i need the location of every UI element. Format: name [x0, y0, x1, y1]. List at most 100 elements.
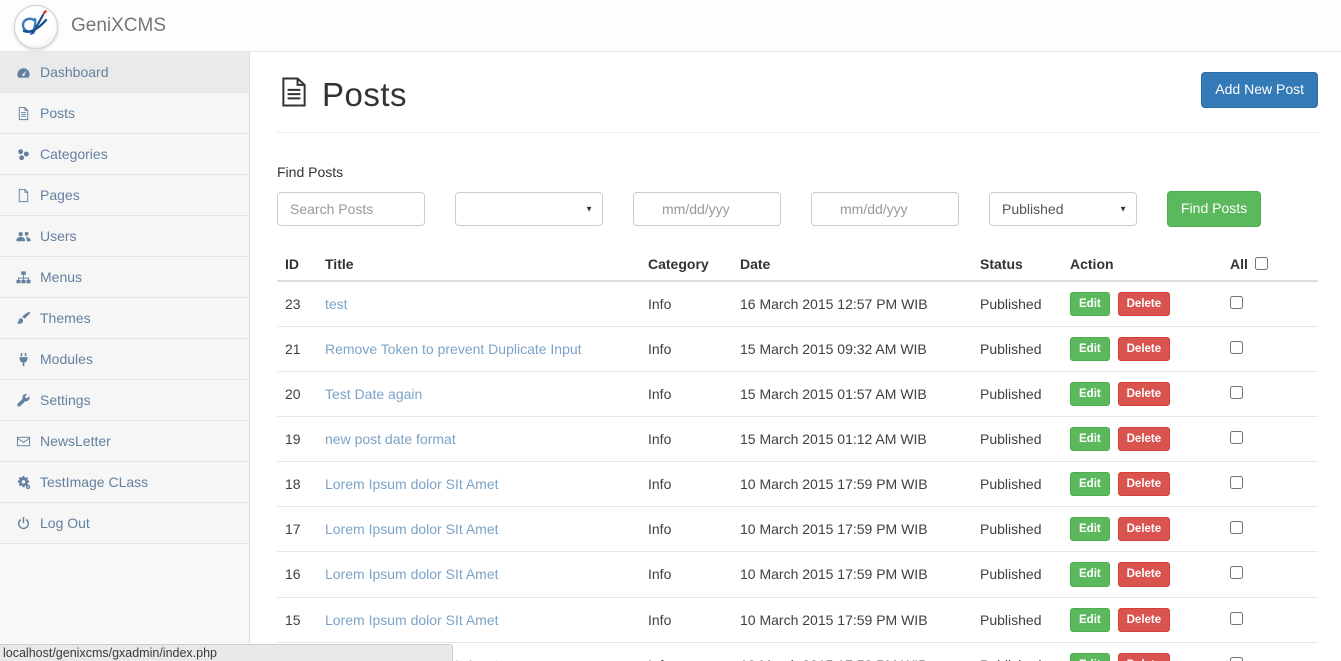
- cell-category: Info: [640, 507, 732, 552]
- date-to-input[interactable]: [811, 192, 959, 226]
- cell-status: Published: [972, 462, 1062, 507]
- status-link-preview: localhost/genixcms/gxadmin/index.php: [0, 644, 453, 661]
- post-title-link[interactable]: Lorem Ipsum dolor SIt Amet: [325, 612, 499, 628]
- edit-button[interactable]: Edit: [1070, 382, 1110, 406]
- post-title-link[interactable]: Remove Token to prevent Duplicate Input: [325, 341, 582, 357]
- cell-select: [1222, 372, 1318, 417]
- cell-select: [1222, 281, 1318, 327]
- post-title-link[interactable]: Test Date again: [325, 386, 422, 402]
- cell-date: 15 March 2015 01:57 AM WIB: [732, 372, 972, 417]
- row-checkbox[interactable]: [1230, 657, 1243, 661]
- delete-button[interactable]: Delete: [1118, 292, 1171, 316]
- cell-status: Published: [972, 597, 1062, 642]
- cell-status: Published: [972, 326, 1062, 371]
- delete-button[interactable]: Delete: [1118, 517, 1171, 541]
- edit-button[interactable]: Edit: [1070, 337, 1110, 361]
- sidebar-item-modules[interactable]: Modules: [0, 339, 249, 380]
- sidebar-item-categories[interactable]: Categories: [0, 134, 249, 175]
- sidebar-item-label: Users: [40, 228, 77, 244]
- table-row: 21 Remove Token to prevent Duplicate Inp…: [277, 326, 1318, 371]
- sidebar-item-log-out[interactable]: Log Out: [0, 503, 249, 544]
- cell-status: Published: [972, 552, 1062, 597]
- add-new-post-button[interactable]: Add New Post: [1201, 72, 1318, 108]
- cell-status: Published: [972, 372, 1062, 417]
- table-header-row: ID Title Category Date Status Action All: [277, 248, 1318, 281]
- sidebar-item-users[interactable]: Users: [0, 216, 249, 257]
- page-title: Posts: [322, 76, 407, 114]
- sidebar-item-newsletter[interactable]: NewsLetter: [0, 421, 249, 462]
- edit-button[interactable]: Edit: [1070, 562, 1110, 586]
- cell-select: [1222, 462, 1318, 507]
- sidebar-item-themes[interactable]: Themes: [0, 298, 249, 339]
- cell-date: 15 March 2015 01:12 AM WIB: [732, 417, 972, 462]
- sidebar-nav: DashboardPostsCategoriesPagesUsersMenusT…: [0, 52, 250, 661]
- select-all-checkbox[interactable]: [1255, 257, 1268, 270]
- posts-icon: [15, 106, 31, 121]
- row-checkbox[interactable]: [1230, 341, 1243, 354]
- table-row: 16 Lorem Ipsum dolor SIt Amet Info 10 Ma…: [277, 552, 1318, 597]
- delete-button[interactable]: Delete: [1118, 653, 1171, 661]
- cell-category: Info: [640, 417, 732, 462]
- find-posts-label: Find Posts: [277, 164, 1318, 180]
- row-checkbox[interactable]: [1230, 431, 1243, 444]
- edit-button[interactable]: Edit: [1070, 608, 1110, 632]
- post-title-link[interactable]: Lorem Ipsum dolor SIt Amet: [325, 566, 499, 582]
- edit-button[interactable]: Edit: [1070, 472, 1110, 496]
- cell-action: Edit Delete: [1062, 372, 1222, 417]
- delete-button[interactable]: Delete: [1118, 472, 1171, 496]
- search-input[interactable]: [277, 192, 425, 226]
- sidebar-item-label: Log Out: [40, 515, 90, 531]
- select-all-label: All: [1230, 256, 1248, 272]
- delete-button[interactable]: Delete: [1118, 562, 1171, 586]
- status-select[interactable]: Published: [989, 192, 1137, 226]
- sidebar-item-label: Modules: [40, 351, 93, 367]
- cell-id: 21: [277, 326, 317, 371]
- delete-button[interactable]: Delete: [1118, 608, 1171, 632]
- brand-title: GeniXCMS: [71, 15, 166, 37]
- sidebar-item-testimage-class[interactable]: TestImage CLass: [0, 462, 249, 503]
- table-row: 17 Lorem Ipsum dolor SIt Amet Info 10 Ma…: [277, 507, 1318, 552]
- edit-button[interactable]: Edit: [1070, 653, 1110, 661]
- sidebar-item-menus[interactable]: Menus: [0, 257, 249, 298]
- cell-action: Edit Delete: [1062, 417, 1222, 462]
- category-select[interactable]: [455, 192, 603, 226]
- cell-category: Info: [640, 597, 732, 642]
- cell-action: Edit Delete: [1062, 281, 1222, 327]
- cell-status: Published: [972, 507, 1062, 552]
- status-select-wrap: Published ▼: [989, 192, 1137, 226]
- row-checkbox[interactable]: [1230, 566, 1243, 579]
- row-checkbox[interactable]: [1230, 612, 1243, 625]
- post-title-link[interactable]: test: [325, 296, 348, 312]
- sidebar-item-pages[interactable]: Pages: [0, 175, 249, 216]
- edit-button[interactable]: Edit: [1070, 292, 1110, 316]
- cell-category: Info: [640, 462, 732, 507]
- sidebar-item-settings[interactable]: Settings: [0, 380, 249, 421]
- delete-button[interactable]: Delete: [1118, 337, 1171, 361]
- cell-category: Info: [640, 552, 732, 597]
- row-checkbox[interactable]: [1230, 386, 1243, 399]
- main-content: Posts Add New Post Find Posts ▼ Publishe…: [250, 52, 1341, 661]
- date-from-input[interactable]: [633, 192, 781, 226]
- page-header: Posts Add New Post: [277, 72, 1318, 133]
- cell-select: [1222, 597, 1318, 642]
- modules-icon: [15, 352, 31, 367]
- find-posts-button[interactable]: Find Posts: [1167, 191, 1261, 227]
- edit-button[interactable]: Edit: [1070, 517, 1110, 541]
- delete-button[interactable]: Delete: [1118, 427, 1171, 451]
- sidebar-item-dashboard[interactable]: Dashboard: [0, 52, 249, 93]
- row-checkbox[interactable]: [1230, 296, 1243, 309]
- sidebar-item-label: TestImage CLass: [40, 474, 148, 490]
- table-row: 20 Test Date again Info 15 March 2015 01…: [277, 372, 1318, 417]
- table-row: 18 Lorem Ipsum dolor SIt Amet Info 10 Ma…: [277, 462, 1318, 507]
- delete-button[interactable]: Delete: [1118, 382, 1171, 406]
- row-checkbox[interactable]: [1230, 476, 1243, 489]
- post-title-link[interactable]: Lorem Ipsum dolor SIt Amet: [325, 476, 499, 492]
- cell-status: Published: [972, 281, 1062, 327]
- edit-button[interactable]: Edit: [1070, 427, 1110, 451]
- sidebar-item-posts[interactable]: Posts: [0, 93, 249, 134]
- row-checkbox[interactable]: [1230, 521, 1243, 534]
- post-title-link[interactable]: Lorem Ipsum dolor SIt Amet: [325, 521, 499, 537]
- post-title-link[interactable]: new post date format: [325, 431, 456, 447]
- header-date: Date: [732, 248, 972, 281]
- cell-select: [1222, 642, 1318, 661]
